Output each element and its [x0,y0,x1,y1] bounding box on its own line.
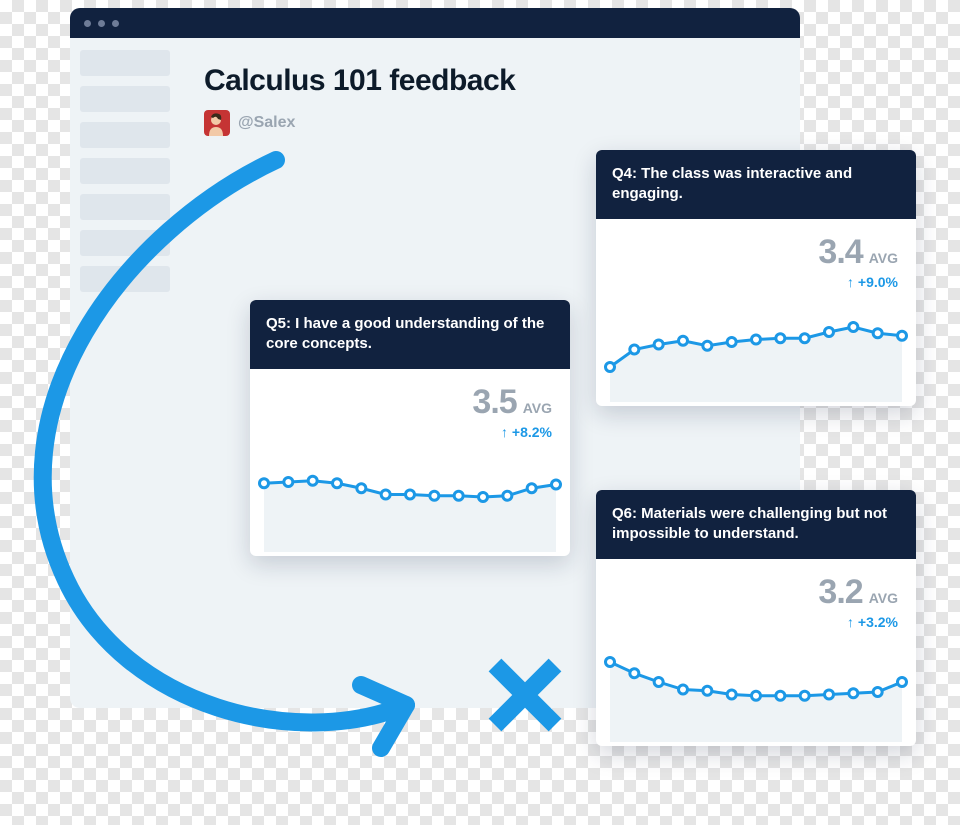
delta-value: ↑ +3.2% [614,614,898,630]
card-q6: Q6: Materials were challenging but not i… [596,490,916,746]
author-handle: @Salex [238,114,295,132]
delta-value: ↑ +9.0% [614,274,898,290]
sidebar-item[interactable] [80,86,170,112]
avg-label: AVG [869,250,898,266]
delta-value: ↑ +8.2% [268,424,552,440]
traffic-light-dot [84,20,91,27]
sparkline-chart [250,446,570,556]
traffic-light-dot [98,20,105,27]
avg-label: AVG [869,590,898,606]
card-title: Q5: I have a good understanding of the c… [250,300,570,369]
page-title: Calculus 101 feedback [204,64,776,98]
sparkline-chart [596,636,916,746]
avg-value: 3.5 [472,383,516,422]
avg-label: AVG [523,400,552,416]
card-title: Q6: Materials were challenging but not i… [596,490,916,559]
cross-icon [480,650,570,740]
card-q5: Q5: I have a good understanding of the c… [250,300,570,556]
window-titlebar [70,8,800,38]
author-row: @Salex [204,110,776,136]
sidebar-item[interactable] [80,122,170,148]
card-title: Q4: The class was interactive and engagi… [596,150,916,219]
sparkline-chart [596,296,916,406]
card-q4: Q4: The class was interactive and engagi… [596,150,916,406]
avatar [204,110,230,136]
avg-value: 3.2 [818,573,862,612]
sidebar-item[interactable] [80,50,170,76]
traffic-light-dot [112,20,119,27]
avg-value: 3.4 [818,233,862,272]
